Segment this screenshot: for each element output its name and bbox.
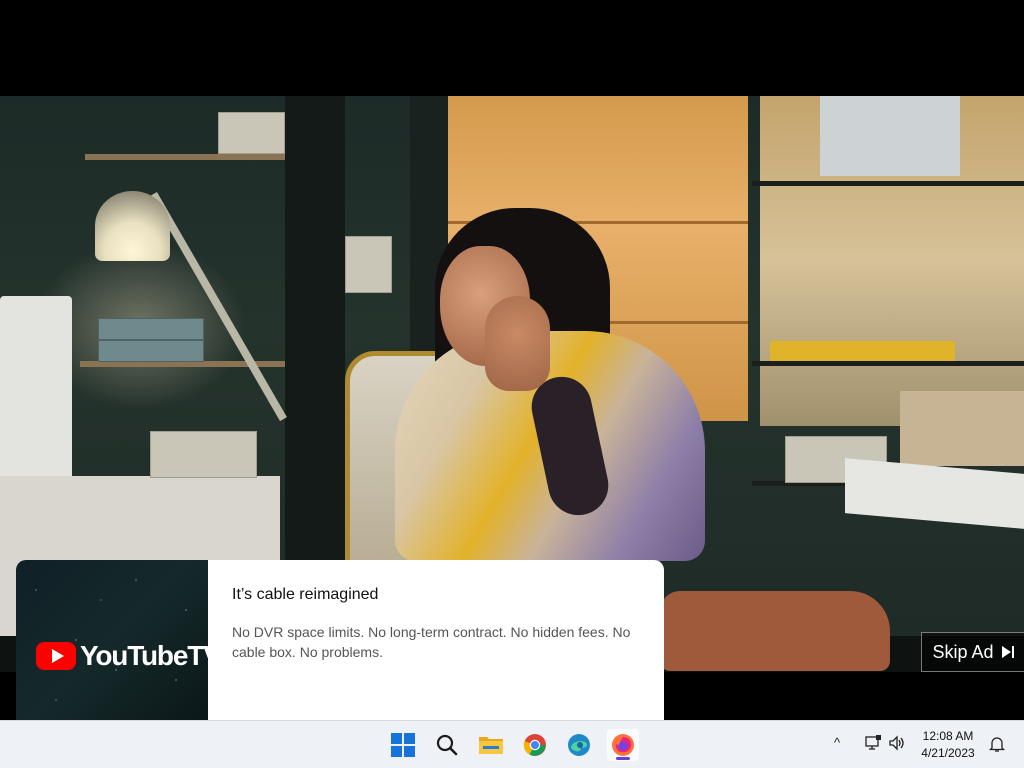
youtube-play-icon	[36, 642, 76, 670]
shelf	[752, 361, 1024, 366]
tray	[150, 431, 257, 478]
drawer	[98, 340, 204, 362]
clock-date: 4/21/2023	[921, 746, 975, 760]
lamp-arm	[150, 192, 287, 422]
network-icon[interactable]	[864, 735, 882, 751]
edge-button[interactable]	[563, 729, 595, 761]
yellow-tray	[770, 341, 955, 361]
show-hidden-icons-chevron[interactable]: ^	[834, 735, 840, 750]
skip-ad-label: Skip Ad	[932, 641, 994, 662]
skip-next-icon	[1001, 646, 1014, 658]
chrome-icon	[523, 734, 546, 756]
active-app-indicator	[616, 757, 630, 760]
volume-icon[interactable]	[888, 735, 906, 751]
start-button[interactable]	[387, 729, 419, 761]
folder-icon	[479, 737, 503, 754]
shelf	[752, 181, 1024, 186]
edge-icon	[568, 734, 590, 756]
lamp-head	[95, 191, 170, 261]
brand-wordmark: YouTubeTV	[80, 640, 222, 671]
storage-box	[218, 112, 285, 154]
windows-icon	[391, 733, 415, 757]
drawer	[98, 318, 204, 340]
taskbar: ^ 12:08 AM 4/21/2023	[0, 720, 1024, 768]
shelf	[85, 154, 285, 160]
desk-right	[845, 458, 1024, 529]
notifications-icon[interactable]	[988, 735, 1006, 753]
ad-description: No DVR space limits. No long-term contra…	[232, 624, 631, 660]
binders	[900, 391, 1024, 466]
skip-ad-button[interactable]: Skip Ad	[921, 632, 1024, 672]
ad-title[interactable]: It’s cable reimagined	[232, 586, 378, 604]
ad-thumbnail[interactable]: YouTubeTV	[16, 560, 222, 720]
youtube-tv-logo: YouTubeTV	[36, 640, 222, 672]
clock[interactable]: 12:08 AM 4/21/2023	[908, 728, 988, 762]
clock-time: 12:08 AM	[922, 729, 974, 743]
file-explorer-button[interactable]	[475, 729, 507, 761]
chrome-button[interactable]	[519, 729, 551, 761]
firefox-icon	[612, 734, 634, 756]
binders	[820, 96, 960, 176]
person-hand-phone	[485, 296, 550, 391]
storage-box	[345, 236, 392, 293]
firefox-button[interactable]	[607, 729, 639, 761]
person-skirt	[660, 591, 890, 671]
ad-overlay-card[interactable]: YouTubeTV It’s cable reimagined No DVR s…	[16, 560, 664, 720]
search-button[interactable]	[431, 729, 463, 761]
search-icon	[436, 734, 458, 756]
